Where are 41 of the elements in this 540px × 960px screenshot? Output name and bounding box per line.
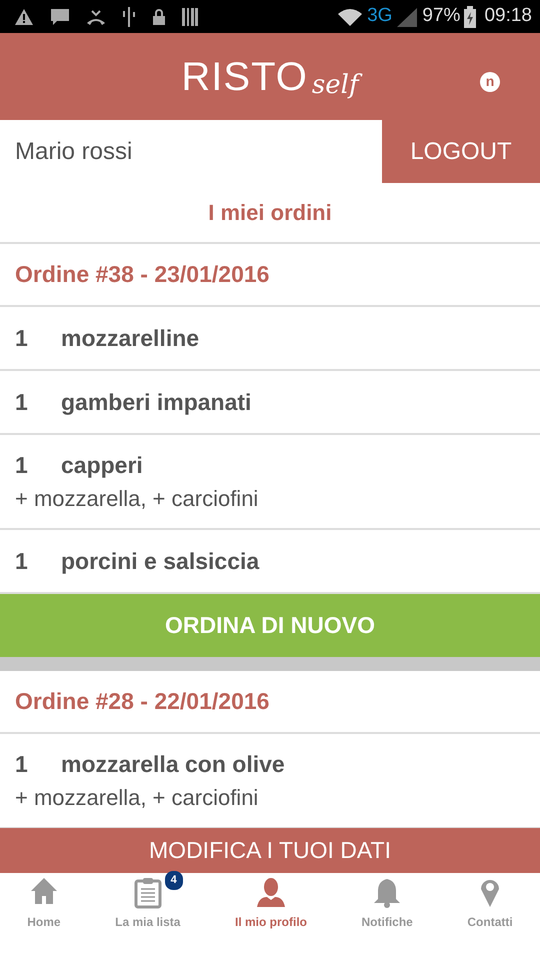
item-quantity: 1 <box>15 388 29 417</box>
item-name: capperi <box>61 450 143 480</box>
missed-call-icon <box>86 8 106 24</box>
edit-data-button[interactable]: MODIFICA I TUOI DATI <box>0 828 540 873</box>
nav-tab[interactable]: Home <box>0 873 88 948</box>
item-name: mozzarella con olive <box>61 750 285 779</box>
nav-tab[interactable]: Contatti <box>440 873 540 948</box>
clock: 09:18 <box>484 4 532 28</box>
wifi-icon <box>337 6 364 26</box>
item-quantity: 1 <box>15 546 29 576</box>
reorder-button[interactable]: ORDINA DI NUOVO <box>0 594 540 657</box>
signal-icon <box>396 6 418 26</box>
bell-icon <box>373 877 402 909</box>
clipboard-icon <box>134 877 162 909</box>
battery-charging-icon <box>464 6 476 28</box>
battery-level: 97% <box>422 4 460 28</box>
item-name: porcini e salsiccia <box>61 546 260 576</box>
logout-button[interactable]: LOGOUT <box>382 120 540 183</box>
item-extras: + mozzarella, + carciofini <box>15 485 260 514</box>
section-title: I miei ordini <box>208 199 332 227</box>
network-type: 3G <box>367 4 392 28</box>
item-quantity: 1 <box>15 750 29 779</box>
item-name: gamberi impanati <box>61 388 252 417</box>
nav-tab[interactable]: La mia lista 4 <box>88 873 208 948</box>
user-name: Mario rossi <box>14 136 132 166</box>
count-badge: 4 <box>164 871 183 890</box>
item-quantity: 1 <box>15 450 29 480</box>
lock-icon <box>152 8 166 24</box>
barcode-icon <box>182 8 198 26</box>
warning-icon <box>14 8 34 26</box>
message-icon <box>50 6 70 26</box>
item-extras: + mozzarella, + carciofini <box>15 784 260 812</box>
nav-tab[interactable]: Notifiche <box>334 873 440 948</box>
order-title: Ordine #28 - 22/01/2016 <box>15 687 270 716</box>
notification-badge: n <box>480 72 500 92</box>
order-title: Ordine #38 - 23/01/2016 <box>15 260 270 290</box>
item-quantity: 1 <box>15 324 29 353</box>
nav-tab[interactable]: Il mio profilo <box>208 873 334 948</box>
person-icon <box>257 877 285 909</box>
item-name: mozzarelline <box>61 324 200 353</box>
logo-text: RISTO <box>181 54 308 100</box>
